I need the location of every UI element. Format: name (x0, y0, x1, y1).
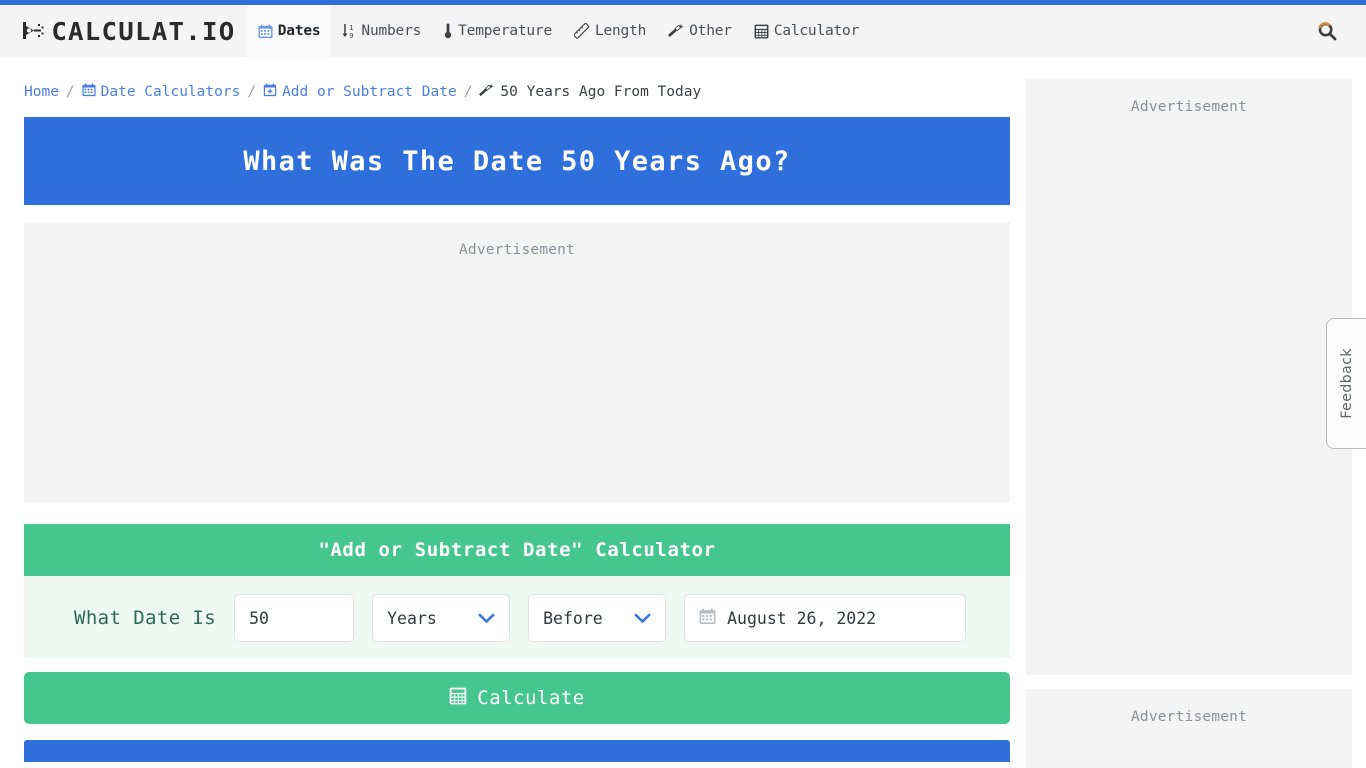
amount-value: 50 (249, 608, 269, 628)
breadcrumb: Home / Date Calculators / Add or Subtrac… (24, 79, 1010, 105)
feedback-tab[interactable]: Feedback (1326, 318, 1366, 449)
calendar-icon (258, 23, 273, 39)
calculator-icon (754, 24, 769, 39)
main-nav: Dates 1 9 Numbers Temperature Length Oth… (246, 5, 870, 57)
breadcrumb-label: 50 Years Ago From Today (500, 84, 702, 100)
amount-input[interactable]: 50 (234, 594, 355, 642)
breadcrumb-item-home[interactable]: Home (24, 84, 59, 100)
breadcrumb-label: Date Calculators (100, 84, 241, 100)
calculator-form: What Date Is 50 Years Before August 26, … (24, 576, 1010, 658)
breadcrumb-separator: / (247, 84, 257, 100)
breadcrumb-label: Home (24, 84, 59, 100)
calculator-title: "Add or Subtract Date" Calculator (318, 539, 716, 561)
unit-select[interactable]: Years (372, 594, 511, 642)
calculator-icon (449, 687, 467, 710)
logo-mark-icon (22, 20, 48, 42)
calculate-button[interactable]: Calculate (24, 672, 1010, 724)
nav-item-label: Other (689, 23, 732, 39)
magic-wand-icon (668, 23, 684, 39)
nav-item-numbers[interactable]: 1 9 Numbers (331, 5, 432, 57)
breadcrumb-item-date-calculators[interactable]: Date Calculators (82, 83, 241, 101)
thermometer-icon (443, 23, 453, 39)
date-value: August 26, 2022 (727, 608, 877, 628)
page-body: Home / Date Calculators / Add or Subtrac… (0, 57, 1366, 768)
nav-item-calculator[interactable]: Calculator (743, 5, 870, 57)
calculate-button-label: Calculate (477, 687, 585, 709)
main-column: Home / Date Calculators / Add or Subtrac… (0, 79, 1026, 762)
chevron-down-icon (478, 613, 495, 624)
page-title: What Was The Date 50 Years Ago? (243, 145, 791, 177)
chevron-down-icon (634, 613, 651, 624)
breadcrumb-item-current: 50 Years Ago From Today (479, 83, 701, 102)
ad-label: Advertisement (458, 242, 576, 258)
nav-item-length[interactable]: Length (563, 5, 657, 57)
site-logo[interactable]: CALCULAT.IO (0, 5, 247, 57)
direction-value: Before (543, 608, 603, 628)
magic-wand-icon (479, 83, 494, 102)
nav-item-label: Length (594, 23, 647, 39)
breadcrumb-separator: / (65, 84, 75, 100)
logo-text: CALCULAT.IO (51, 16, 236, 46)
svg-text:9: 9 (350, 32, 354, 39)
nav-item-label: Calculator (773, 23, 860, 39)
breadcrumb-label: Add or Subtract Date (282, 84, 457, 100)
calculator-card: "Add or Subtract Date" Calculator What D… (24, 524, 1010, 762)
calculator-prefix-label: What Date Is (74, 607, 217, 629)
sidebar: Advertisement Advertisement (1026, 79, 1352, 768)
sort-numeric-icon: 1 9 (342, 23, 356, 39)
direction-select[interactable]: Before (528, 594, 667, 642)
ad-slot-sidebar-bottom: Advertisement (1026, 689, 1352, 768)
nav-item-temperature[interactable]: Temperature (432, 5, 563, 57)
nav-item-label: Numbers (361, 23, 422, 39)
calendar-plus-icon (263, 83, 277, 101)
feedback-tab-label: Feedback (1338, 348, 1355, 419)
nav-item-other[interactable]: Other (657, 5, 743, 57)
page-title-banner: What Was The Date 50 Years Ago? (24, 117, 1010, 205)
site-header: CALCULAT.IO Dates 1 9 Numbers Temperatur… (0, 5, 1366, 57)
calendar-icon (82, 83, 96, 101)
search-icon[interactable] (1316, 20, 1338, 42)
breadcrumb-separator: / (463, 84, 473, 100)
unit-value: Years (387, 608, 437, 628)
results-banner (24, 740, 1010, 762)
calculator-header: "Add or Subtract Date" Calculator (24, 524, 1010, 576)
ad-label: Advertisement (1130, 709, 1248, 725)
nav-item-label: Dates (277, 23, 321, 39)
nav-item-label: Temperature (458, 23, 552, 39)
ad-slot-sidebar-top: Advertisement (1026, 79, 1352, 675)
svg-text:1: 1 (350, 24, 354, 32)
ad-slot-main: Advertisement (24, 222, 1010, 502)
ruler-icon (573, 23, 590, 39)
nav-item-dates[interactable]: Dates (246, 5, 332, 57)
breadcrumb-item-add-or-subtract-date[interactable]: Add or Subtract Date (263, 83, 457, 101)
date-input[interactable]: August 26, 2022 (684, 594, 967, 642)
ad-label: Advertisement (1130, 99, 1248, 115)
calendar-icon (699, 608, 716, 629)
